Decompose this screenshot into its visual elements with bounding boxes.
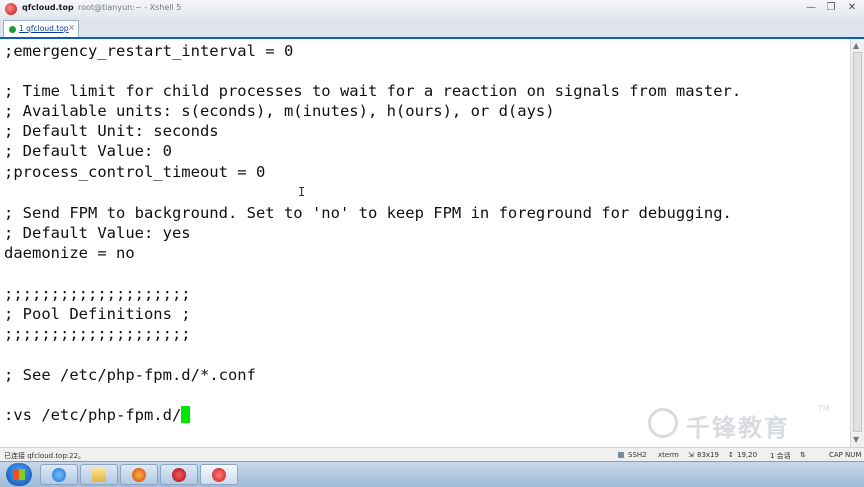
xshell-icon <box>212 468 226 482</box>
cursor-position-icon: ↕ <box>728 451 734 459</box>
vertical-scrollbar[interactable]: ▲ ▼ <box>850 39 864 447</box>
xshell-taskbar-button[interactable] <box>200 464 238 485</box>
terminal-line: ;process_control_timeout = 0 <box>4 163 266 181</box>
watermark-text: 千锋教育 <box>686 414 790 442</box>
lock-icon <box>618 452 624 458</box>
terminal-line: ; See /etc/php-fpm.d/*.conf <box>4 366 256 384</box>
mouse-ibeam-icon: I <box>298 185 306 199</box>
session-count-label: 1 会话 <box>770 452 791 460</box>
ie-icon <box>52 468 66 482</box>
terminal-line: daemonize = no <box>4 244 135 262</box>
protocol-label: SSH2 <box>628 451 647 459</box>
command-line[interactable]: :vs /etc/php-fpm.d/ <box>4 405 191 425</box>
terminal-line: ;;;;;;;;;;;;;;;;;;;; <box>4 325 191 343</box>
scroll-up-icon[interactable]: ▲ <box>853 41 859 50</box>
terminal-line: ;emergency_restart_interval = 0 <box>4 42 294 60</box>
file-explorer-icon <box>92 468 106 482</box>
cherry-taskbar-button[interactable] <box>160 464 198 485</box>
status-bar: 已连接 qfcloud.top:22。 SSH2 xterm ⇲ 83x19 ↕… <box>0 447 864 462</box>
command-text: :vs /etc/php-fpm.d/ <box>4 406 182 424</box>
trademark-text: TM <box>818 404 830 413</box>
xshell-app-icon <box>5 3 17 15</box>
caps-lock-indicator: CAP <box>829 451 843 459</box>
window-title-host: qfcloud.top <box>22 3 74 12</box>
connected-status-icon <box>9 26 16 33</box>
transfer-icon: ⇅ <box>800 451 806 459</box>
scroll-down-icon[interactable]: ▼ <box>853 435 859 444</box>
cherry-icon <box>172 468 186 482</box>
minimize-button[interactable]: — <box>802 1 820 15</box>
window-title: root@tianyun:~ - Xshell 5 <box>78 3 182 12</box>
tab-label: 1 qfcloud.top <box>19 24 69 33</box>
size-icon: ⇲ <box>688 451 694 459</box>
tab-qfcloud[interactable]: 1 qfcloud.top × <box>3 20 79 37</box>
text-cursor <box>181 406 191 423</box>
terminal-size-label: 83x19 <box>697 451 719 459</box>
ie-taskbar-button[interactable] <box>40 464 78 485</box>
windows-start-icon[interactable] <box>6 463 32 486</box>
firefox-icon <box>132 468 146 482</box>
connection-status: 已连接 qfcloud.top:22。 <box>4 452 86 460</box>
terminal-line: ;;;;;;;;;;;;;;;;;;;; <box>4 285 191 303</box>
num-lock-indicator: NUM <box>845 451 862 459</box>
terminal-line: ; Available units: s(econds), m(inutes),… <box>4 102 555 120</box>
terminal-line: ; Time limit for child processes to wait… <box>4 82 742 100</box>
cursor-position-label: 19,20 <box>737 451 758 459</box>
terminal-line: ; Default Value: 0 <box>4 142 172 160</box>
close-button[interactable]: ✕ <box>838 1 864 15</box>
terminal-type-label: xterm <box>658 451 679 459</box>
session-tab-bar: 1 qfcloud.top × + <box>0 18 864 50</box>
terminal-area[interactable]: ;emergency_restart_interval = 0 ; Time l… <box>0 39 850 447</box>
windows-taskbar <box>0 461 864 487</box>
firefox-taskbar-button[interactable] <box>120 464 158 485</box>
tab-close-icon[interactable]: × <box>68 23 75 32</box>
terminal-line: ; Default Unit: seconds <box>4 122 219 140</box>
watermark-logo: 千锋教育 TM <box>648 404 830 442</box>
title-bar: qfcloud.top root@tianyun:~ - Xshell 5 — … <box>0 0 864 19</box>
explorer-taskbar-button[interactable] <box>80 464 118 485</box>
terminal-line: ; Send FPM to background. Set to 'no' to… <box>4 204 732 222</box>
terminal-line: ; Pool Definitions ; <box>4 305 191 323</box>
scrollbar-thumb[interactable] <box>853 52 862 432</box>
brand-logo-icon <box>648 408 678 438</box>
terminal-line: ; Default Value: yes <box>4 224 191 242</box>
windows-flag-icon <box>13 469 25 480</box>
